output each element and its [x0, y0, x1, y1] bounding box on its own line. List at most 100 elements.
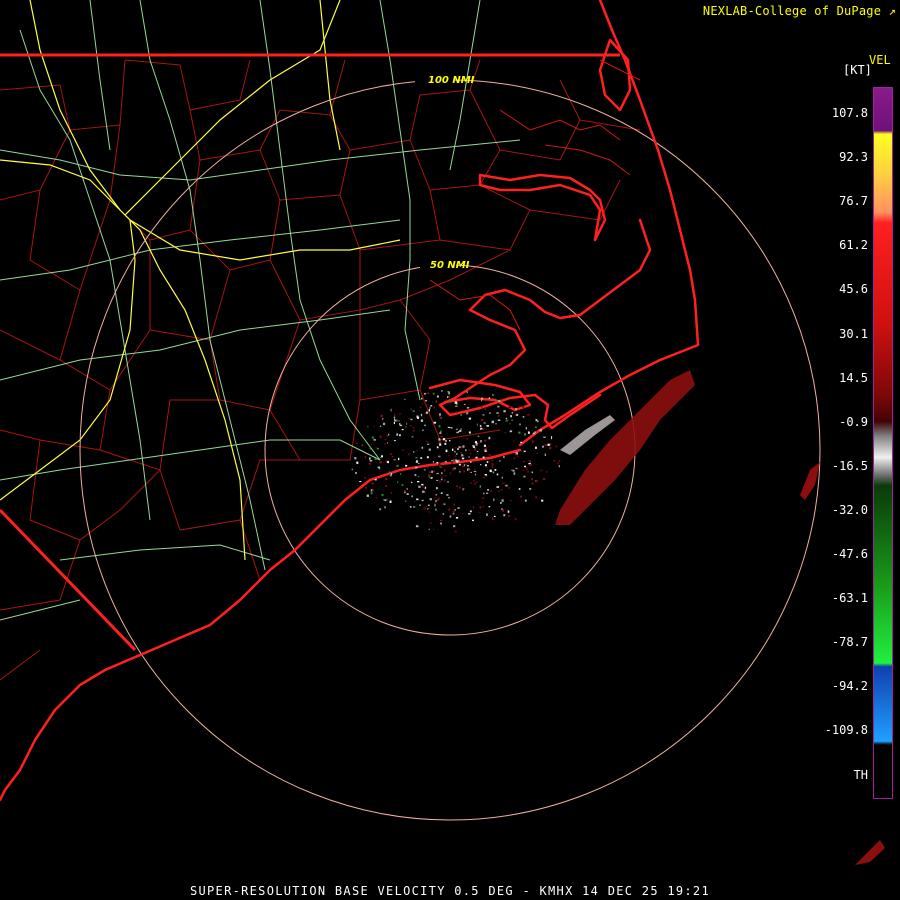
echo-pixel: [502, 482, 505, 485]
echo-pixel: [434, 497, 436, 500]
echo-pixel: [468, 469, 470, 472]
echo-pixel: [479, 516, 481, 518]
external-link-icon[interactable]: ↗: [889, 4, 896, 18]
colorbar-tick-label: 76.7: [839, 194, 868, 209]
echo-pixel: [442, 503, 444, 506]
colorbar-tick-label: 61.2: [839, 238, 868, 253]
echo-pixel: [513, 472, 516, 475]
echo-pixel: [489, 489, 492, 493]
echo-pixel: [356, 461, 359, 464]
echo-pixel: [462, 445, 465, 448]
echo-pixel: [454, 450, 456, 453]
echo-pixel: [422, 490, 424, 493]
echo-pixel: [364, 476, 366, 479]
echo-pixel: [354, 457, 357, 460]
echo-pixel: [484, 439, 487, 442]
echo-pixel: [456, 428, 458, 430]
echo-pixel: [449, 472, 451, 475]
echo-pixel: [359, 481, 362, 483]
echo-pixel: [389, 500, 392, 503]
echo-pixel: [418, 463, 420, 465]
echo-pixel: [386, 460, 389, 464]
echo-pixel: [440, 519, 443, 522]
echo-pixel: [417, 475, 420, 478]
echo-pixel: [488, 436, 491, 440]
echo-pixel: [438, 454, 441, 457]
echo-pixel: [523, 460, 526, 462]
echo-pixel: [417, 416, 420, 419]
echo-pixel: [488, 453, 491, 457]
echo-pixel: [371, 436, 375, 439]
echo-pixel: [500, 501, 502, 504]
echo-pixel: [435, 508, 437, 511]
echo-pixel: [444, 460, 447, 463]
echo-pixel: [380, 414, 383, 418]
colorbar-tick-label: -63.1: [831, 591, 868, 606]
echo-pixel: [398, 413, 402, 415]
echo-pixel: [454, 401, 458, 404]
echo-pixel: [374, 479, 377, 481]
echo-pixel: [351, 468, 353, 471]
echo-pixel: [390, 409, 392, 412]
echo-pixel: [448, 392, 450, 395]
echo-pixel: [468, 456, 470, 458]
colorbar-tick-label: -47.6: [831, 547, 868, 561]
echo-pixel: [522, 416, 525, 418]
echo-pixel: [540, 469, 543, 472]
echo-pixel: [496, 473, 499, 476]
echo-pixel: [435, 494, 437, 496]
echo-pixel: [495, 423, 497, 425]
echo-pixel: [510, 415, 512, 418]
echo-pixel: [441, 390, 443, 392]
colorbar-tick-label: -109.8: [824, 723, 868, 738]
echo-pixel: [435, 500, 437, 503]
echo-pixel: [404, 491, 406, 494]
echo-pixel: [384, 443, 386, 445]
echo-pixel: [405, 500, 407, 502]
echo-pixel: [472, 445, 475, 447]
echo-pixel: [491, 463, 494, 466]
echo-pixel: [481, 405, 483, 408]
echo-pixel: [472, 446, 475, 448]
echo-pixel: [505, 419, 508, 422]
echo-pixel: [393, 440, 396, 442]
colorbar-tick-label: -16.5: [831, 458, 868, 473]
echo-pixel: [486, 461, 489, 463]
echo-pixel: [535, 496, 537, 499]
echo-pixel: [509, 430, 513, 433]
echo-pixel: [436, 479, 439, 481]
echo-pixel: [459, 429, 462, 432]
echo-pixel: [468, 431, 471, 434]
echo-pixel: [468, 449, 471, 451]
echo-pixel: [442, 395, 444, 397]
echo-pixel: [440, 435, 443, 438]
echo-pixel: [432, 466, 435, 468]
echo-pixel: [479, 423, 481, 425]
echo-pixel: [409, 424, 412, 427]
echo-pixel: [499, 399, 501, 402]
echo-pixel: [433, 406, 435, 409]
echo-pixel: [473, 450, 476, 452]
echo-pixel: [386, 435, 389, 437]
echo-pixel: [427, 443, 430, 445]
echo-pixel: [529, 464, 532, 466]
colorbar-tick-label: -78.7: [831, 635, 868, 650]
echo-pixel: [501, 499, 504, 502]
echo-pixel: [509, 500, 513, 502]
echo-pixel: [384, 499, 387, 501]
echo-pixel: [379, 435, 382, 438]
echo-pixel: [481, 400, 483, 402]
echo-pixel: [523, 475, 526, 478]
echo-pixel: [415, 525, 419, 528]
echo-pixel: [508, 487, 511, 489]
echo-pixel: [553, 460, 555, 462]
echo-pixel: [426, 411, 428, 414]
echo-pixel: [556, 462, 560, 465]
echo-pixel: [425, 400, 428, 402]
echo-pixel: [500, 489, 503, 491]
echo-pixel: [460, 414, 463, 416]
echo-pixel: [482, 497, 485, 500]
echo-pixel: [449, 515, 452, 518]
echo-pixel: [488, 506, 491, 508]
echo-pixel: [516, 455, 519, 458]
